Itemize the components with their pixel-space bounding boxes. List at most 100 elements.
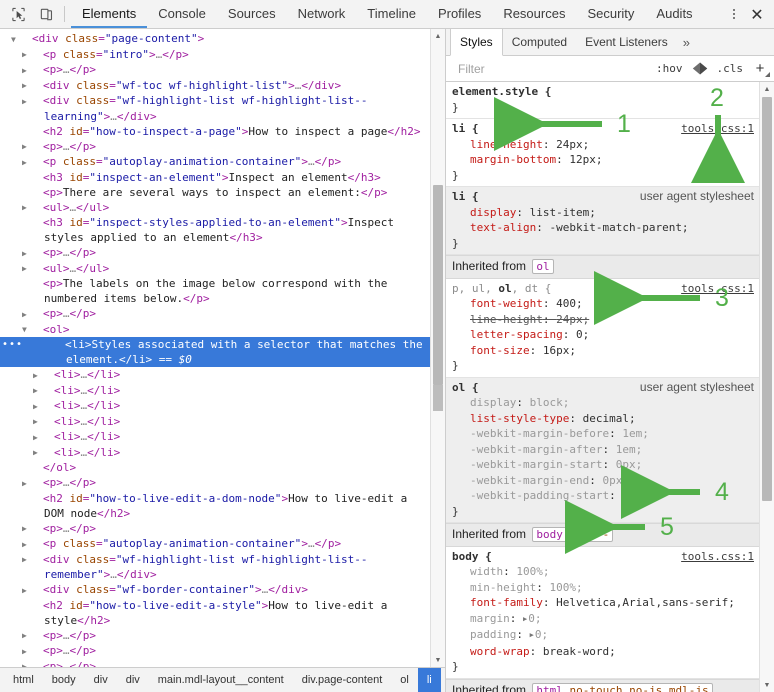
new-style-rule-icon[interactable] xyxy=(690,60,710,78)
css-selector[interactable]: body { xyxy=(452,549,492,565)
tab-profiles[interactable]: Profiles xyxy=(427,0,492,28)
styles-scroll-down-icon[interactable]: ▼ xyxy=(760,678,774,692)
sidebar-more-tabs-icon[interactable]: » xyxy=(677,29,696,55)
dom-node[interactable]: <h2 id="how-to-live-edit-a-dom-node">How… xyxy=(0,491,431,521)
dom-node[interactable]: ▶ <li>…</li> xyxy=(0,398,431,414)
add-new-rule-icon[interactable]: + xyxy=(750,60,770,78)
dom-node[interactable]: ▶ <p>…</p> xyxy=(0,245,431,261)
expand-arrow-icon[interactable]: ▶ xyxy=(22,307,43,322)
tab-computed[interactable]: Computed xyxy=(503,29,576,55)
tab-resources[interactable]: Resources xyxy=(492,0,576,28)
css-property-name[interactable]: -webkit-margin-after xyxy=(470,443,602,456)
dom-node[interactable]: ▶ <li>…</li> xyxy=(0,429,431,445)
expand-arrow-icon[interactable]: ▶ xyxy=(22,63,43,78)
tab-event-listeners[interactable]: Event Listeners xyxy=(576,29,677,55)
dom-node[interactable]: <h3 id="inspect-styles-applied-to-an-ele… xyxy=(0,215,431,245)
expand-arrow-icon[interactable]: ▶ xyxy=(22,47,43,62)
css-rule[interactable]: ol {user agent stylesheet display: block;… xyxy=(446,377,760,523)
dom-node[interactable]: ▼ <div class="page-content"> xyxy=(0,31,431,47)
breadcrumb-item-0[interactable]: html xyxy=(4,668,43,692)
css-property-value[interactable]: 0px; xyxy=(602,474,629,487)
css-property-name[interactable]: font-family xyxy=(470,596,543,609)
styles-scroll-up-icon[interactable]: ▲ xyxy=(760,82,774,96)
css-property-name[interactable]: text-align xyxy=(470,221,536,234)
css-property-value[interactable]: 40px; xyxy=(622,489,655,502)
css-declaration[interactable]: list-style-type: decimal; xyxy=(452,411,754,427)
tab-styles[interactable]: Styles xyxy=(450,29,503,56)
css-property-value[interactable]: Helvetica,Arial,sans-serif; xyxy=(556,596,735,609)
css-property-value[interactable]: 16px; xyxy=(543,344,576,357)
rule-origin-link[interactable]: tools.css:1 xyxy=(681,121,754,137)
css-property-value[interactable]: break-word; xyxy=(543,645,616,658)
expand-arrow-icon[interactable]: ▶ xyxy=(22,583,43,598)
expand-arrow-icon[interactable]: ▶ xyxy=(33,383,54,398)
dom-node[interactable]: ▶ <ul>…</ul> xyxy=(0,200,431,216)
dom-node[interactable]: ▼ <ol> xyxy=(0,322,431,338)
dom-scrollbar-thumb[interactable] xyxy=(433,185,443,385)
css-declaration[interactable]: min-height: 100%; xyxy=(452,580,754,596)
dom-node[interactable]: ▶ <p class="autoplay-animation-container"… xyxy=(0,536,431,552)
expand-arrow-icon[interactable]: ▶ xyxy=(22,628,43,643)
dom-node[interactable]: ▶ <p class="autoplay-animation-container"… xyxy=(0,154,431,170)
css-property-value[interactable]: 0px; xyxy=(616,458,643,471)
css-property-name[interactable]: letter-spacing xyxy=(470,328,563,341)
css-property-value[interactable]: decimal; xyxy=(583,412,636,425)
css-property-name[interactable]: font-weight xyxy=(470,297,543,310)
scroll-up-icon[interactable]: ▲ xyxy=(431,29,445,43)
css-property-value[interactable]: block; xyxy=(530,396,570,409)
tab-security[interactable]: Security xyxy=(576,0,645,28)
dom-node[interactable]: ▶ <div class="wf-toc wf-highlight-list">…… xyxy=(0,78,431,94)
styles-scrollbar[interactable]: ▲ ▼ xyxy=(759,82,774,692)
css-property-value[interactable]: 0; xyxy=(528,612,541,625)
close-icon[interactable]: ✕ xyxy=(746,3,768,25)
css-declaration[interactable]: word-wrap: break-word; xyxy=(452,644,754,660)
collapse-arrow-icon[interactable]: ▼ xyxy=(22,322,43,337)
css-declaration[interactable]: font-family: Helvetica,Arial,sans-serif; xyxy=(452,595,754,611)
css-property-name[interactable]: width xyxy=(470,565,503,578)
breadcrumb-item-5[interactable]: div.page-content xyxy=(293,668,392,692)
tab-console[interactable]: Console xyxy=(147,0,217,28)
css-selector[interactable]: ol { xyxy=(452,380,479,396)
css-property-value[interactable]: -webkit-match-parent; xyxy=(549,221,688,234)
expand-arrow-icon[interactable]: ▶ xyxy=(22,200,43,215)
css-property-name[interactable]: line-height xyxy=(470,138,543,151)
collapse-arrow-icon[interactable]: ▼ xyxy=(11,32,32,47)
expand-arrow-icon[interactable]: ▶ xyxy=(22,94,43,109)
expand-arrow-icon[interactable]: ▶ xyxy=(22,139,43,154)
css-property-value[interactable]: 1em; xyxy=(616,443,643,456)
breadcrumb-item-7[interactable]: li xyxy=(417,668,441,692)
expand-shorthand-icon[interactable]: ▶ xyxy=(530,628,534,644)
css-property-name[interactable]: line-height xyxy=(470,313,543,326)
css-property-name[interactable]: font-size xyxy=(470,344,530,357)
css-declaration[interactable]: -webkit-margin-after: 1em; xyxy=(452,442,754,458)
css-property-value[interactable]: list-item; xyxy=(530,206,596,219)
css-property-name[interactable]: display xyxy=(470,206,516,219)
expand-arrow-icon[interactable]: ▶ xyxy=(22,552,43,567)
css-property-value[interactable]: 0; xyxy=(576,328,589,341)
css-declaration[interactable]: margin: ▶0; xyxy=(452,611,754,628)
dom-node[interactable]: <p>The labels on the image below corresp… xyxy=(0,276,431,306)
dom-node[interactable]: <p>There are several ways to inspect an … xyxy=(0,185,431,200)
expand-arrow-icon[interactable]: ▶ xyxy=(22,246,43,261)
css-selector[interactable]: element.style { xyxy=(452,84,551,100)
expand-arrow-icon[interactable]: ▶ xyxy=(22,659,43,667)
css-selector[interactable]: li { xyxy=(452,121,479,137)
styles-rules-list[interactable]: element.style {} li {tools.css:1 line-heig… xyxy=(446,82,760,692)
expand-shorthand-icon[interactable]: ▶ xyxy=(523,612,527,628)
css-declaration[interactable]: -webkit-margin-end: 0px; xyxy=(452,473,754,489)
css-property-name[interactable]: padding xyxy=(470,628,516,641)
css-declaration[interactable]: padding: ▶0; xyxy=(452,627,754,644)
css-property-name[interactable]: margin xyxy=(470,612,510,625)
dom-node[interactable]: ▶ <p>…</p> xyxy=(0,475,431,491)
expand-arrow-icon[interactable]: ▶ xyxy=(33,414,54,429)
dom-node[interactable]: ▶ <p>…</p> xyxy=(0,643,431,659)
css-selector[interactable]: p, ul, ol, dt { xyxy=(452,281,551,297)
tab-elements[interactable]: Elements xyxy=(71,0,148,28)
inspect-element-icon[interactable] xyxy=(8,4,28,24)
css-property-name[interactable]: -webkit-margin-end xyxy=(470,474,589,487)
css-property-value[interactable]: 0; xyxy=(535,628,548,641)
expand-arrow-icon[interactable]: ▶ xyxy=(33,399,54,414)
css-declaration[interactable]: display: block; xyxy=(452,395,754,411)
dom-node[interactable]: ▶ <div class="wf-highlight-list wf-highli… xyxy=(0,93,431,124)
breadcrumb-item-3[interactable]: div xyxy=(117,668,149,692)
